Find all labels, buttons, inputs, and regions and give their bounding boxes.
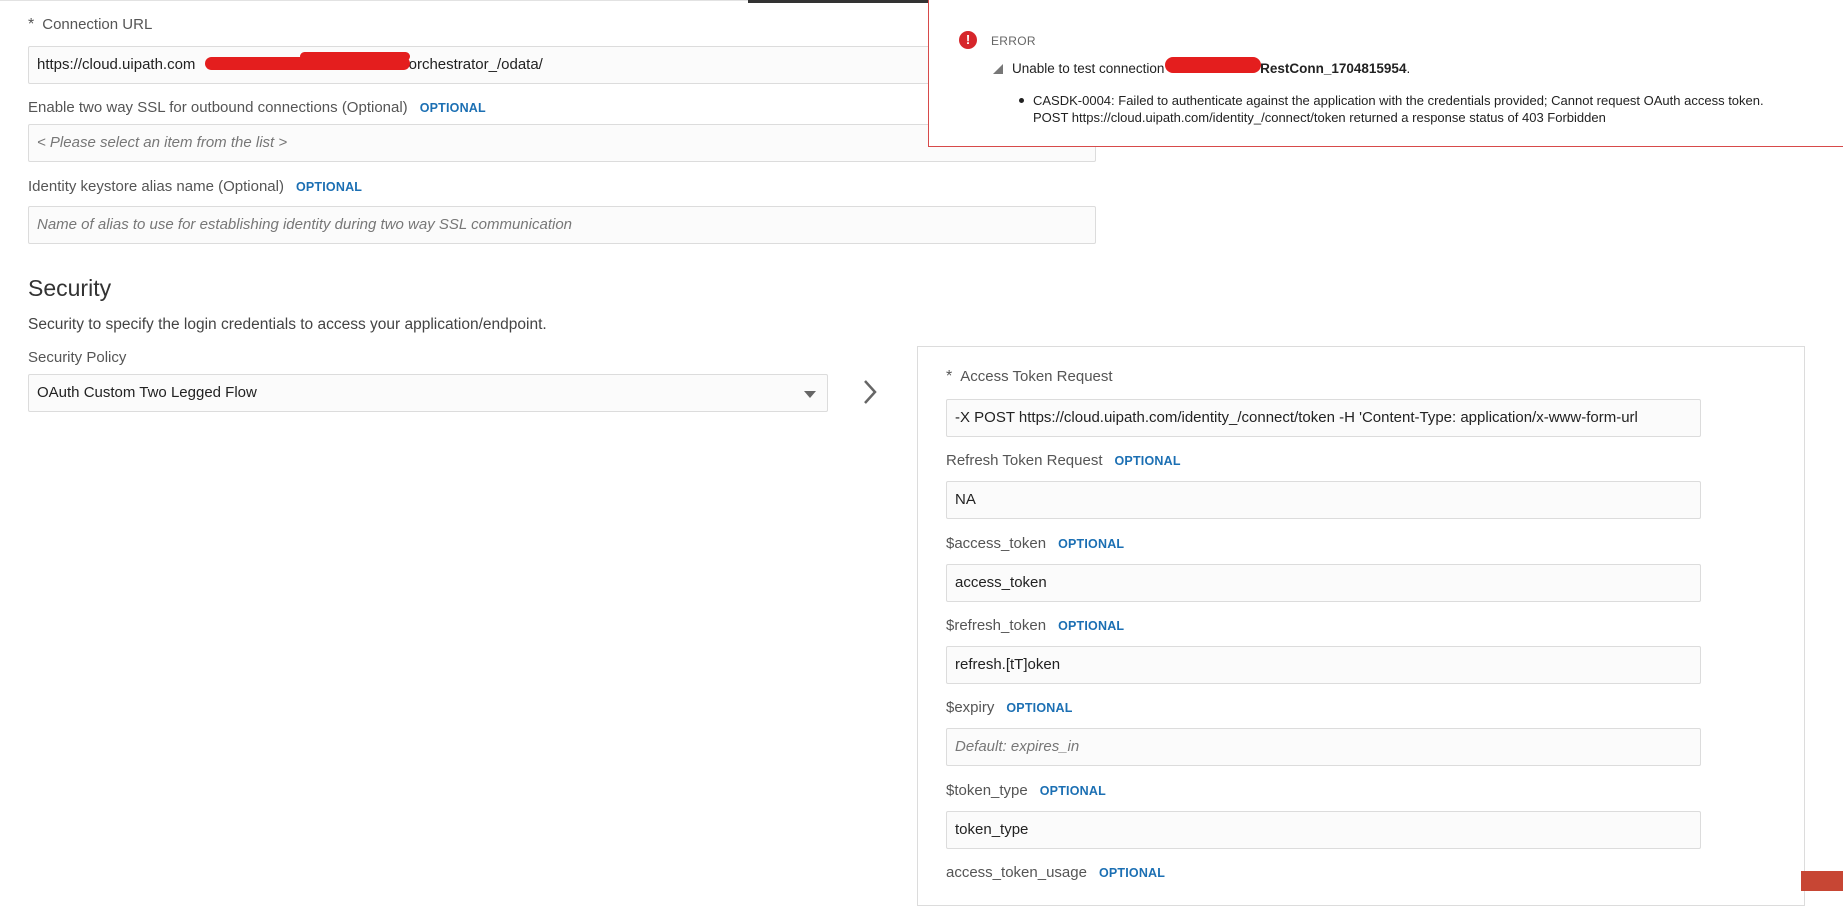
chevron-down-icon[interactable] <box>804 391 816 398</box>
token-type-optional-badge: OPTIONAL <box>1039 784 1106 798</box>
ssl-select-placeholder: < Please select an item from the list > <box>37 134 288 151</box>
refresh-token-input[interactable]: refresh.[tT]oken <box>946 646 1701 684</box>
refresh-token-label: $refresh_token <box>946 617 1047 634</box>
required-asterisk: * <box>946 368 953 385</box>
access-token-request-label-row: * Access Token Request <box>946 368 1113 386</box>
access-token-label-row: $access_token OPTIONAL <box>946 535 1124 553</box>
access-token-label: $access_token <box>946 535 1047 552</box>
token-type-input[interactable]: token_type <box>946 811 1701 849</box>
security-policy-label: Security Policy <box>28 349 127 366</box>
corner-accent-block <box>1801 871 1843 891</box>
ssl-optional-badge: OPTIONAL <box>419 101 486 115</box>
connection-url-suffix: /orchestrator_/odata/ <box>404 56 543 73</box>
access-token-value: access_token <box>955 574 1047 591</box>
error-connection-name: RestConn_1704815954 <box>1260 61 1407 76</box>
redaction-mark-error <box>1165 57 1261 73</box>
access-token-input[interactable]: access_token <box>946 564 1701 602</box>
error-summary-end: . <box>1406 61 1411 76</box>
error-detail-line1: CASDK-0004: Failed to authenticate again… <box>1033 93 1764 108</box>
connection-url-label: Connection URL <box>42 16 153 33</box>
security-description: Security to specify the login credential… <box>28 316 547 333</box>
expiry-optional-badge: OPTIONAL <box>1006 701 1073 715</box>
access-token-request-input[interactable]: -X POST https://cloud.uipath.com/identit… <box>946 399 1701 437</box>
refresh-token-request-label: Refresh Token Request <box>946 452 1103 469</box>
token-type-value: token_type <box>955 821 1029 838</box>
expiry-label-row: $expiry OPTIONAL <box>946 699 1073 717</box>
alias-optional-badge: OPTIONAL <box>295 180 363 194</box>
token-type-label: $token_type <box>946 782 1028 799</box>
alias-input[interactable]: Name of alias to use for establishing id… <box>28 206 1096 244</box>
expiry-placeholder: Default: expires_in <box>955 738 1080 755</box>
connection-url-prefix: https://cloud.uipath.com <box>37 56 196 73</box>
refresh-token-request-label-row: Refresh Token Request OPTIONAL <box>946 452 1181 470</box>
access-token-request-label: Access Token Request <box>960 368 1113 385</box>
refresh-token-value: refresh.[tT]oken <box>955 656 1061 673</box>
access-token-optional-badge: OPTIONAL <box>1058 537 1125 551</box>
ssl-label: Enable two way SSL for outbound connecti… <box>28 99 408 116</box>
error-summary-prefix: Unable to test connection <box>1012 61 1169 76</box>
error-heading: ERROR <box>991 34 1036 48</box>
chevron-right-icon[interactable] <box>856 376 884 408</box>
security-policy-select[interactable]: OAuth Custom Two Legged Flow <box>28 374 828 412</box>
error-message-panel: ! ERROR Unable to test connection RestCo… <box>928 0 1843 147</box>
security-title: Security <box>28 275 112 301</box>
refresh-token-request-input[interactable]: NA <box>946 481 1701 519</box>
expiry-input[interactable]: Default: expires_in <box>946 728 1701 766</box>
access-token-usage-optional-badge: OPTIONAL <box>1098 866 1166 880</box>
access-token-usage-label: access_token_usage <box>946 864 1087 881</box>
access-token-usage-label-row: access_token_usage OPTIONAL <box>946 864 1165 882</box>
connection-url-label-row: * Connection URL <box>28 16 152 34</box>
alias-input-placeholder: Name of alias to use for establishing id… <box>37 216 572 233</box>
expiry-label: $expiry <box>946 699 995 716</box>
ssl-label-row: Enable two way SSL for outbound connecti… <box>28 99 486 117</box>
token-type-label-row: $token_type OPTIONAL <box>946 782 1106 800</box>
error-detail-bullet <box>1019 98 1024 103</box>
refresh-token-request-value: NA <box>955 491 976 508</box>
refresh-token-optional-badge: OPTIONAL <box>1058 619 1125 633</box>
alias-label: Identity keystore alias name (Optional) <box>28 178 284 195</box>
expand-triangle-icon[interactable] <box>993 64 1003 74</box>
security-policy-value: OAuth Custom Two Legged Flow <box>37 384 257 401</box>
error-icon: ! <box>959 31 977 49</box>
access-token-request-value: -X POST https://cloud.uipath.com/identit… <box>955 409 1638 426</box>
required-asterisk: * <box>28 16 35 33</box>
error-detail-line2: POST https://cloud.uipath.com/identity_/… <box>1033 110 1606 125</box>
redaction-mark-url-2 <box>300 52 410 61</box>
refresh-token-request-optional-badge: OPTIONAL <box>1114 454 1181 468</box>
refresh-token-label-row: $refresh_token OPTIONAL <box>946 617 1124 635</box>
alias-label-row: Identity keystore alias name (Optional) O… <box>28 178 362 196</box>
